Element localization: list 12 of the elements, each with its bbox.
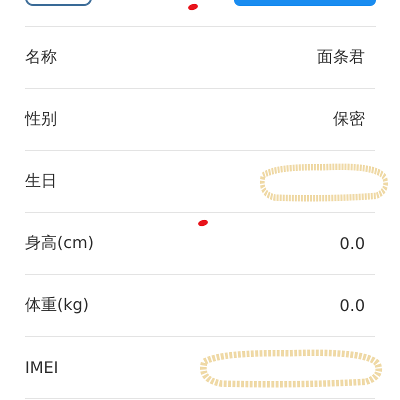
- field-label: 名称: [25, 47, 57, 68]
- field-value: 0.0: [340, 234, 365, 253]
- annotation-mark: [197, 219, 209, 227]
- field-label: 性别: [25, 109, 57, 130]
- annotation-mark: [187, 3, 199, 11]
- field-label: 体重(kg): [25, 295, 89, 316]
- field-label: 生日: [25, 171, 57, 192]
- field-value: 保密: [333, 109, 365, 130]
- field-value: 0.0: [340, 296, 365, 315]
- field-value: 面条君: [317, 47, 365, 68]
- field-label: 身高(cm): [25, 233, 94, 254]
- field-label: IMEI: [25, 358, 58, 377]
